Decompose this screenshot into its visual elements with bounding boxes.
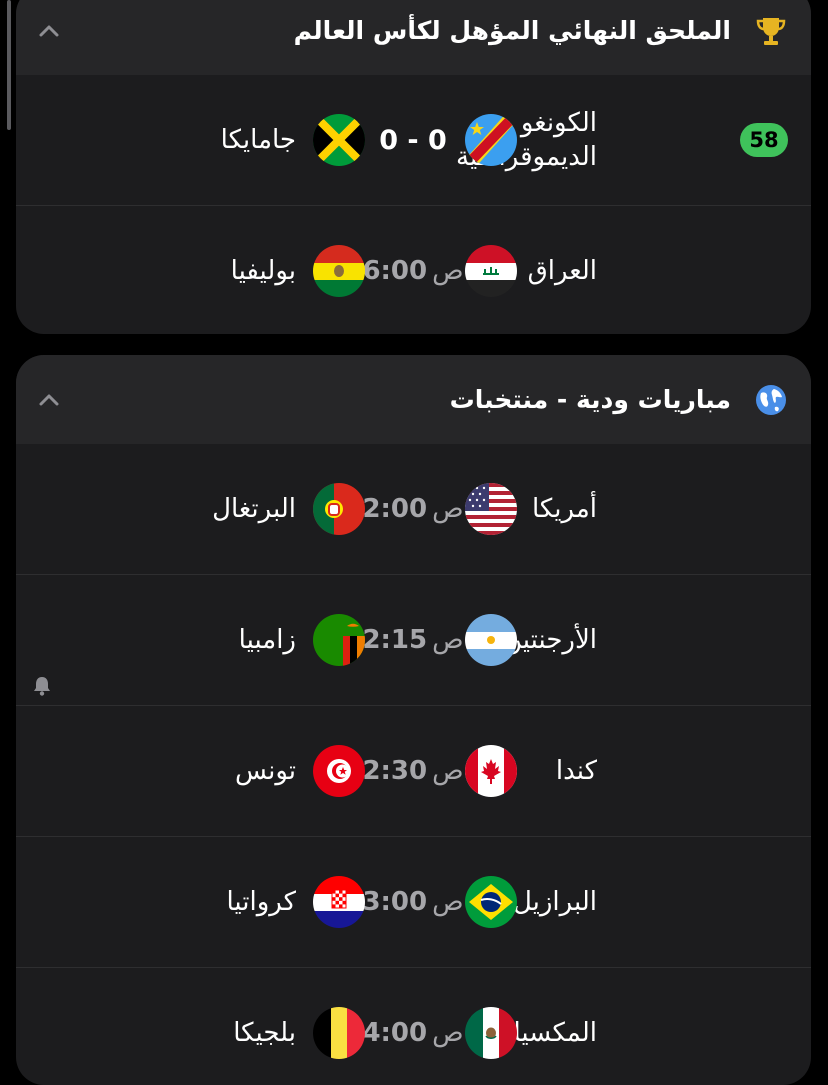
croatia-flag-icon (313, 876, 365, 928)
chevron-up-icon[interactable] (38, 24, 60, 38)
section-card-friendlies: مباريات ودية - منتخبات أمريكا 2:00 ص الب… (16, 355, 811, 1085)
belgium-flag-icon (313, 1007, 365, 1059)
ampm-text: ص (432, 494, 464, 524)
tunisia-flag-icon (313, 745, 365, 797)
trophy-icon (756, 17, 786, 45)
away-team-name: تونس (234, 756, 296, 786)
away-team-name: البرتغال (212, 494, 296, 524)
portugal-flag-icon (313, 483, 365, 535)
kickoff-time: 3:00 ص (362, 837, 464, 967)
kickoff-time: 2:30 ص (362, 706, 464, 836)
match-row-brazil-croatia[interactable]: البرازيل 3:00 ص كرواتيا (16, 836, 811, 967)
globe-icon (756, 384, 786, 415)
ampm-text: ص (432, 756, 464, 786)
score-text: 0 - 0 (379, 124, 447, 156)
canada-flag-icon (465, 745, 517, 797)
away-team-name: زامبيا (238, 625, 296, 655)
home-team-name: البرازيل (512, 887, 597, 917)
mexico-flag-icon (465, 1007, 517, 1059)
ampm-text: ص (432, 1018, 464, 1048)
match-row-mexico-belgium[interactable]: المكسيك 4:00 ص بلجيكا (16, 967, 811, 1085)
home-team-name: أمريكا (531, 494, 597, 524)
time-text: 6:00 (362, 256, 428, 286)
home-team-name: الأرجنتين (502, 625, 597, 655)
brazil-flag-icon (465, 876, 517, 928)
match-row-canada-tunisia[interactable]: كندا 2:30 ص تونس (16, 705, 811, 836)
time-text: 2:15 (362, 625, 428, 655)
scroll-indicator[interactable] (7, 0, 11, 130)
match-row-usa-portugal[interactable]: أمريكا 2:00 ص البرتغال (16, 444, 811, 574)
match-score: 0 - 0 (362, 75, 464, 205)
home-team-name: كندا (555, 756, 597, 786)
ampm-text: ص (432, 256, 464, 286)
match-row-drc-jamaica[interactable]: 58 الكونغو الديموقراطية 0 - 0 جامايكا (16, 75, 811, 205)
match-row-iraq-bolivia[interactable]: العراق 6:00 ص بوليفيا (16, 205, 811, 334)
kickoff-time: 6:00 ص (362, 206, 464, 334)
time-text: 2:30 (362, 756, 428, 786)
away-team-name: جامايكا (220, 125, 296, 155)
kickoff-time: 2:00 ص (362, 444, 464, 574)
jamaica-flag-icon (313, 114, 365, 166)
iraq-flag-icon (465, 245, 517, 297)
dr-congo-flag-icon (465, 114, 517, 166)
section-card-world-cup-playoff: الملحق النهائي المؤهل لكأس العالم 58 الك… (16, 0, 811, 334)
ampm-text: ص (432, 887, 464, 917)
live-minute-badge: 58 (740, 123, 788, 157)
section-header[interactable]: الملحق النهائي المؤهل لكأس العالم (16, 0, 811, 75)
kickoff-time: 2:15 ص (362, 575, 464, 705)
kickoff-time: 4:00 ص (362, 968, 464, 1085)
chevron-up-icon[interactable] (38, 393, 60, 407)
section-title: الملحق النهائي المؤهل لكأس العالم (293, 16, 731, 45)
time-text: 3:00 (362, 887, 428, 917)
match-row-argentina-zambia[interactable]: الأرجنتين 2:15 ص زامبيا (16, 574, 811, 705)
ampm-text: ص (432, 625, 464, 655)
bell-icon[interactable] (32, 675, 52, 697)
section-header[interactable]: مباريات ودية - منتخبات (16, 355, 811, 444)
away-team-name: بلجيكا (233, 1018, 296, 1048)
time-text: 4:00 (362, 1018, 428, 1048)
away-team-name: بوليفيا (230, 256, 296, 286)
away-team-name: كرواتيا (226, 887, 296, 917)
bolivia-flag-icon (313, 245, 365, 297)
time-text: 2:00 (362, 494, 428, 524)
home-team-name: العراق (527, 256, 597, 286)
zambia-flag-icon (313, 614, 365, 666)
usa-flag-icon (465, 483, 517, 535)
section-title: مباريات ودية - منتخبات (449, 385, 731, 414)
argentina-flag-icon (465, 614, 517, 666)
